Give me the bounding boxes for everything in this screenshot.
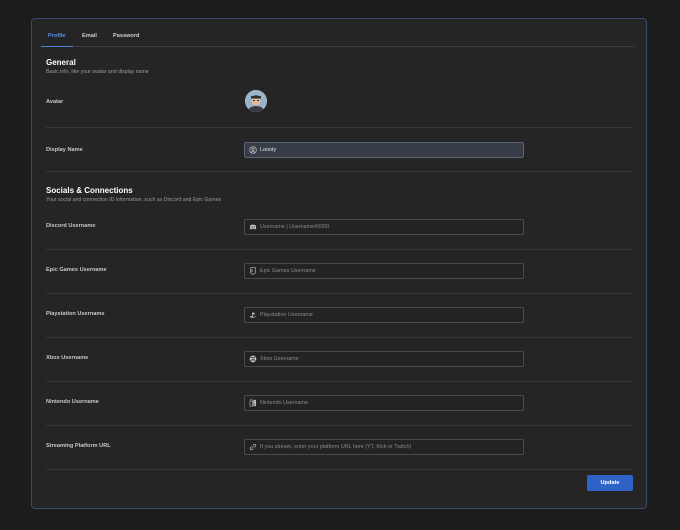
display-name-value: Loooty [260, 147, 277, 153]
socials-section-subtitle: Your social and connection ID informatio… [46, 197, 222, 203]
profile-settings-panel: Profile Email Password General Basic inf… [31, 18, 647, 509]
xbox-icon [249, 355, 257, 363]
nintendo-placeholder: Nintendo Username [260, 400, 308, 406]
active-tab-indicator [41, 45, 73, 47]
divider [46, 127, 632, 128]
link-icon [249, 443, 257, 451]
epic-games-icon [250, 267, 256, 275]
playstation-placeholder: Playstation Username [260, 312, 313, 318]
epic-games-username-label: Epic Games Username [46, 267, 107, 273]
nintendo-icon [249, 399, 257, 407]
discord-username-label: Discord Username [46, 223, 96, 229]
xbox-username-label: Xbox Username [46, 355, 89, 361]
streaming-url-label: Streaming Platform URL [46, 443, 111, 449]
general-section-subtitle: Basic info, like your avatar and display… [46, 69, 149, 75]
divider [46, 249, 632, 250]
update-button[interactable]: Update [587, 475, 633, 491]
user-icon [249, 146, 257, 154]
divider [46, 425, 632, 426]
playstation-username-label: Playstation Username [46, 311, 105, 317]
discord-username-input[interactable]: Username | Username#0000 [244, 219, 524, 235]
tab-profile[interactable]: Profile [48, 33, 65, 39]
nintendo-username-input[interactable]: Nintendo Username [244, 395, 524, 411]
playstation-icon [249, 312, 257, 318]
display-name-field[interactable]: Loooty [244, 142, 524, 158]
epic-games-username-input[interactable]: Epic Games Username [244, 263, 524, 279]
tab-email[interactable]: Email [82, 33, 97, 39]
discord-icon [249, 224, 257, 230]
avatar-image [245, 90, 267, 112]
discord-placeholder: Username | Username#0000 [260, 224, 330, 230]
nintendo-username-label: Nintendo Username [46, 399, 99, 405]
general-section-title: General [46, 58, 76, 67]
divider [46, 469, 632, 470]
xbox-username-input[interactable]: Xbox Username [244, 351, 524, 367]
divider [46, 171, 632, 172]
tab-password[interactable]: Password [113, 33, 139, 39]
settings-tabs: Profile Email Password [41, 27, 634, 47]
avatar[interactable] [245, 90, 267, 112]
epic-games-placeholder: Epic Games Username [260, 268, 316, 274]
divider [46, 381, 632, 382]
playstation-username-input[interactable]: Playstation Username [244, 307, 524, 323]
avatar-label: Avatar [46, 99, 64, 105]
socials-section-title: Socials & Connections [46, 186, 133, 195]
streaming-url-placeholder: If you stream, enter your platform URL h… [260, 444, 412, 450]
divider [46, 293, 632, 294]
xbox-placeholder: Xbox Username [260, 356, 299, 362]
divider [46, 337, 632, 338]
display-name-label: Display Name [46, 147, 83, 153]
streaming-url-input[interactable]: If you stream, enter your platform URL h… [244, 439, 524, 455]
